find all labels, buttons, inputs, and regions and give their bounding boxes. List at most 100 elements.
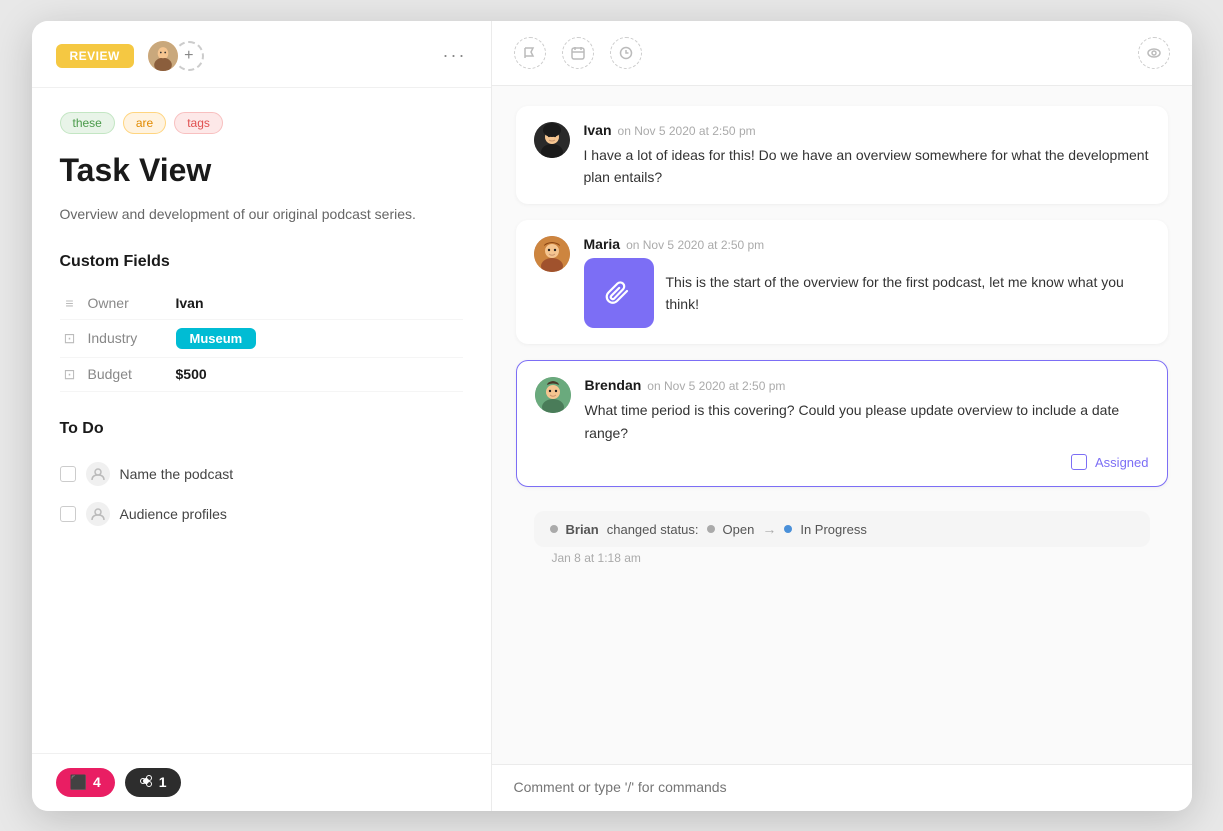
comments-area: Ivan on Nov 5 2020 at 2:50 pm I have a l…: [492, 86, 1192, 764]
todo-text-1: Name the podcast: [120, 466, 234, 482]
todo-section: To Do Name the podcast: [60, 420, 463, 534]
assigned-row: Assigned: [585, 454, 1149, 470]
main-area: REVIEW + ···: [32, 21, 1192, 811]
custom-fields-section: Custom Fields ≡ Owner Ivan ⊡ Industry Mu…: [60, 253, 463, 392]
comment-maria: Maria on Nov 5 2020 at 2:50 pm This is t…: [516, 220, 1168, 344]
flag-button[interactable]: [514, 37, 546, 69]
person-icon-2: [91, 507, 105, 521]
industry-icon: ⊡: [60, 330, 80, 347]
comment-brendan: Brendan on Nov 5 2020 at 2:50 pm What ti…: [516, 360, 1168, 487]
comment-input[interactable]: [514, 779, 1170, 795]
right-panel: Ivan on Nov 5 2020 at 2:50 pm I have a l…: [492, 21, 1192, 811]
left-content: these are tags Task View Overview and de…: [32, 88, 491, 753]
task-title: Task View: [60, 152, 463, 189]
tag-these[interactable]: these: [60, 112, 115, 134]
figma-svg: [139, 774, 153, 788]
right-footer: [492, 764, 1192, 811]
avatar-group: +: [146, 39, 204, 73]
figma-count: 1: [159, 774, 167, 790]
avatar-ivan: [534, 122, 570, 158]
status-dot-open: [707, 525, 715, 533]
right-header: [492, 21, 1192, 86]
eye-icon: [1147, 46, 1161, 60]
brendan-time: on Nov 5 2020 at 2:50 pm: [647, 379, 785, 393]
status-arrow: →: [762, 521, 776, 537]
todo-item-audience-profiles: Audience profiles: [60, 494, 463, 534]
figma-icon: [139, 774, 153, 791]
comment-body-maria: Maria on Nov 5 2020 at 2:50 pm This is t…: [584, 236, 1150, 328]
ivan-text: I have a lot of ideas for this! Do we ha…: [584, 144, 1150, 189]
owner-label: Owner: [88, 295, 168, 311]
assigned-checkbox[interactable]: [1071, 454, 1087, 470]
attachment-thumb[interactable]: [584, 258, 654, 328]
left-header: REVIEW + ···: [32, 21, 491, 88]
brendan-text: What time period is this covering? Could…: [585, 399, 1149, 444]
todo-title: To Do: [60, 420, 463, 438]
user-avatar-svg: [148, 39, 178, 73]
comment-body-brendan: Brendan on Nov 5 2020 at 2:50 pm What ti…: [585, 377, 1149, 470]
maria-avatar-svg: [534, 236, 570, 272]
budget-label: Budget: [88, 366, 168, 382]
maria-text: This is the start of the overview for th…: [666, 271, 1150, 316]
budget-icon: ⊡: [60, 366, 80, 383]
person-icon-1: [91, 467, 105, 481]
field-budget: ⊡ Budget $500: [60, 358, 463, 392]
assigned-label: Assigned: [1095, 455, 1148, 470]
status-dot-gray: [550, 525, 558, 533]
todo-checkbox-1[interactable]: [60, 466, 76, 482]
tags-row: these are tags: [60, 112, 463, 134]
calendar-icon: [571, 46, 585, 60]
app-window: REVIEW + ···: [32, 21, 1192, 811]
flag-icon: [523, 46, 537, 60]
calendar-button[interactable]: [562, 37, 594, 69]
brendan-author: Brendan: [585, 377, 642, 393]
field-industry: ⊡ Industry Museum: [60, 320, 463, 358]
status-from: Open: [723, 522, 755, 537]
ivan-author: Ivan: [584, 122, 612, 138]
status-to: In Progress: [800, 522, 866, 537]
ivan-time: on Nov 5 2020 at 2:50 pm: [618, 124, 756, 138]
avatar-brendan: [535, 377, 571, 413]
todo-user-icon-2: [86, 502, 110, 526]
todo-user-icon-1: [86, 462, 110, 486]
brendan-avatar-svg: [535, 377, 571, 413]
figma-badge[interactable]: 1: [125, 768, 181, 797]
left-footer: ⬛ 4 1: [32, 753, 491, 811]
owner-value[interactable]: Ivan: [176, 295, 204, 311]
todo-checkbox-2[interactable]: [60, 506, 76, 522]
tag-are[interactable]: are: [123, 112, 166, 134]
field-owner: ≡ Owner Ivan: [60, 287, 463, 320]
more-options-button[interactable]: ···: [443, 45, 467, 66]
review-badge[interactable]: REVIEW: [56, 44, 134, 68]
maria-author: Maria: [584, 236, 621, 252]
clock-button[interactable]: [610, 37, 642, 69]
paperclip-icon: [605, 279, 633, 307]
task-description: Overview and development of our original…: [60, 203, 463, 225]
industry-value[interactable]: Museum: [176, 328, 257, 349]
industry-label: Industry: [88, 330, 168, 346]
avatar-user: [146, 39, 180, 73]
maria-time: on Nov 5 2020 at 2:50 pm: [626, 238, 764, 252]
comment-header-maria: Maria on Nov 5 2020 at 2:50 pm: [584, 236, 1150, 252]
notion-badge[interactable]: ⬛ 4: [56, 768, 115, 797]
budget-value[interactable]: $500: [176, 366, 207, 382]
left-panel: REVIEW + ···: [32, 21, 492, 811]
avatar-maria: [534, 236, 570, 272]
comment-header-brendan: Brendan on Nov 5 2020 at 2:50 pm: [585, 377, 1149, 393]
comment-ivan: Ivan on Nov 5 2020 at 2:50 pm I have a l…: [516, 106, 1168, 205]
status-change-date: Jan 8 at 1:18 am: [552, 551, 1150, 565]
status-change-row: Brian changed status: Open → In Progress: [534, 511, 1150, 547]
ivan-avatar-svg: [534, 122, 570, 158]
todo-item-name-podcast: Name the podcast: [60, 454, 463, 494]
comment-attachment-wrapper: This is the start of the overview for th…: [584, 258, 1150, 328]
eye-button[interactable]: [1138, 37, 1170, 69]
todo-text-2: Audience profiles: [120, 506, 227, 522]
notion-count: 4: [93, 774, 101, 790]
tag-tags[interactable]: tags: [174, 112, 223, 134]
status-action: changed status:: [607, 522, 699, 537]
comment-header-ivan: Ivan on Nov 5 2020 at 2:50 pm: [584, 122, 1150, 138]
clock-icon: [619, 46, 633, 60]
custom-fields-title: Custom Fields: [60, 253, 463, 271]
status-change-wrapper: Brian changed status: Open → In Progress…: [516, 503, 1168, 583]
notion-icon: ⬛: [70, 774, 87, 791]
